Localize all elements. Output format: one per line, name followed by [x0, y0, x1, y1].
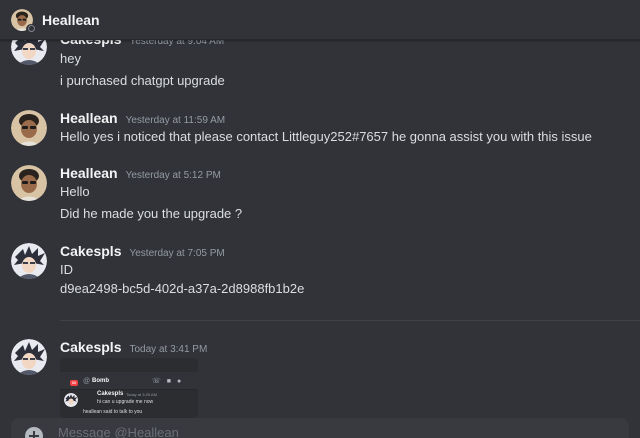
page-title[interactable]: Heallean	[42, 12, 100, 28]
at-icon: @	[83, 378, 91, 385]
members-icon: ●	[177, 378, 182, 385]
message-text: Did he made you the upgrade ?	[60, 206, 243, 221]
message-author[interactable]: Heallean	[60, 165, 118, 181]
message-text: d9ea2498-bc5d-402d-a37a-2d8988fb1b2e	[60, 281, 305, 296]
attachment-notification-badge: 88	[70, 380, 78, 386]
attachment-author: Cakespls	[97, 391, 124, 397]
dm-window: Cakespls Yesterday at 9:04 AM hey i purc…	[0, 0, 640, 438]
message-timestamp: Yesterday at 7:05 PM	[129, 248, 225, 259]
message-composer	[11, 418, 629, 438]
add-attachment-button[interactable]	[25, 427, 43, 438]
header-avatar[interactable]	[11, 8, 36, 34]
message-author[interactable]: Cakespls	[60, 243, 121, 259]
attachment-avatar	[64, 393, 78, 407]
message-timestamp: Today at 3:41 PM	[129, 344, 208, 355]
message-text: Hello	[60, 184, 90, 199]
avatar-heallean[interactable]	[11, 165, 47, 201]
avatar-cakespls[interactable]	[11, 243, 47, 279]
message-text: ID	[60, 262, 73, 277]
message-timestamp: Yesterday at 5:12 PM	[125, 170, 221, 181]
image-attachment[interactable]: 88 @ Bomb ☏ ■ ● Cakespls Today at 3:25 A…	[60, 358, 198, 418]
message-text: Hello yes i noticed that please contact …	[60, 129, 592, 144]
avatar-heallean[interactable]	[11, 110, 47, 146]
attachment-timestamp: Today at 3:25 AM	[126, 392, 157, 397]
message-text: i purchased chatgpt upgrade	[60, 73, 225, 88]
attachment-toolbar-icons: ☏ ■ ●	[152, 378, 181, 386]
message-author[interactable]: Heallean	[60, 110, 118, 126]
message-input[interactable]	[58, 425, 598, 438]
offline-status-icon	[26, 23, 36, 34]
message-text: hey	[60, 51, 81, 66]
avatar-cakespls[interactable]	[11, 339, 47, 375]
message-author[interactable]: Cakespls	[60, 339, 121, 355]
phone-icon: ☏	[152, 378, 161, 385]
dm-header: Heallean	[0, 0, 640, 40]
message-list[interactable]: Cakespls Yesterday at 9:04 AM hey i purc…	[0, 0, 640, 438]
video-icon: ■	[166, 378, 171, 385]
attachment-channel-name: Bomb	[92, 378, 109, 384]
attachment-text: hi can u upgrade me now	[97, 399, 154, 405]
message-timestamp: Yesterday at 11:59 AM	[125, 115, 226, 126]
attachment-text: heallean said to talk to you	[83, 409, 143, 415]
message-divider	[60, 320, 640, 321]
